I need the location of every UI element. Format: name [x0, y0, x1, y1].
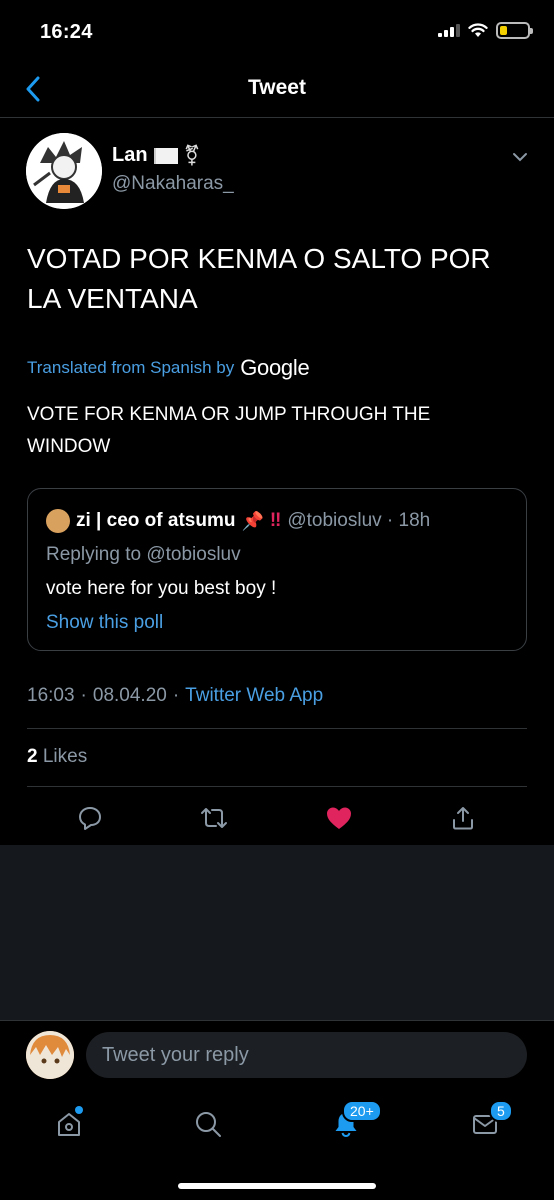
status-bar: 16:24 — [0, 0, 554, 66]
author-avatar[interactable] — [26, 133, 102, 209]
author-row: Lan ⚧ @Nakaharas_ — [26, 133, 536, 213]
tweet-text: VOTAD POR KENMA O SALTO POR LA VENTANA — [27, 243, 491, 314]
likes-count[interactable]: 2 Likes — [27, 746, 87, 768]
messages-badge: 5 — [489, 1100, 513, 1122]
cellular-signal-icon — [438, 24, 460, 37]
translation-credit[interactable]: Translated from Spanish by Google — [27, 355, 310, 381]
home-icon — [58, 1113, 80, 1136]
meta-separator: · — [172, 685, 180, 706]
google-logo: Google — [240, 355, 310, 380]
status-icons — [438, 22, 533, 39]
divider — [27, 786, 527, 787]
divider — [27, 728, 527, 729]
tweet-meta: 16:03 · 08.04.20 · Twitter Web App — [27, 685, 323, 707]
transgender-symbol-icon: ⚧ — [183, 145, 201, 167]
author-name[interactable]: Lan ⚧ — [112, 143, 200, 168]
double-exclamation-icon: ‼ — [269, 510, 282, 531]
tweet-date: 08.04.20 — [92, 685, 167, 706]
pushpin-icon: 📌 — [241, 510, 264, 531]
heart-icon — [327, 807, 351, 829]
likes-label: Likes — [42, 746, 88, 767]
quoted-author-avatar — [46, 509, 70, 533]
quoted-text: vote here for you best boy ! — [46, 578, 277, 599]
author-name-text: Lan — [112, 144, 148, 166]
tweet-source-link[interactable]: Twitter Web App — [185, 685, 323, 707]
author-handle[interactable]: @Nakaharas_ — [112, 173, 234, 195]
reply-icon — [79, 807, 101, 830]
tweet-detail: Lan ⚧ @Nakaharas_ VOTAD POR KENMA O SALT… — [0, 119, 554, 845]
tab-messages[interactable]: 5 — [465, 1100, 513, 1144]
share-button[interactable] — [446, 801, 480, 835]
battery-icon — [496, 22, 533, 39]
meta-separator: · — [80, 685, 87, 706]
tab-bar: 20+ 5 — [0, 1092, 554, 1200]
wifi-icon — [468, 23, 488, 37]
quoted-reply-to: Replying to @tobiosluv — [46, 544, 241, 565]
white-flag-icon — [153, 147, 178, 164]
status-time: 16:24 — [40, 21, 93, 43]
home-unread-dot — [75, 1106, 83, 1114]
reply-input[interactable] — [86, 1032, 527, 1078]
tab-home[interactable] — [49, 1104, 89, 1144]
translation-text: VOTE FOR KENMA OR JUMP THROUGH THE WINDO… — [27, 404, 431, 457]
quoted-handle-time: @tobiosluv · 18h — [287, 510, 431, 531]
quoted-author-name: zi | ceo of atsumu — [76, 510, 236, 531]
tweet-time: 16:03 — [27, 685, 75, 706]
search-icon — [196, 1112, 221, 1137]
retweet-icon — [201, 808, 227, 828]
nav-bar: Tweet — [0, 66, 554, 118]
tweet-menu-button[interactable] — [510, 147, 530, 167]
home-indicator[interactable] — [178, 1183, 376, 1189]
replies-area — [0, 845, 554, 1020]
retweet-button[interactable] — [197, 801, 231, 835]
tab-search[interactable] — [188, 1104, 228, 1144]
reply-bar — [0, 1020, 554, 1092]
user-avatar[interactable] — [26, 1031, 74, 1079]
chevron-down-icon — [513, 153, 527, 162]
tab-notifications[interactable]: 20+ — [326, 1100, 382, 1144]
like-button[interactable] — [322, 801, 356, 835]
tweet-actions — [0, 791, 554, 845]
translated-label: Translated from Spanish by — [27, 358, 235, 377]
reply-button[interactable] — [73, 801, 107, 835]
show-poll-link[interactable]: Show this poll — [46, 612, 163, 634]
page-title: Tweet — [248, 76, 306, 99]
quoted-tweet[interactable]: zi | ceo of atsumu 📌 ‼ @tobiosluv · 18h … — [27, 488, 527, 651]
like-count-number: 2 — [27, 746, 38, 767]
quoted-tweet-header: zi | ceo of atsumu 📌 ‼ @tobiosluv · 18h — [46, 509, 430, 533]
share-icon — [453, 807, 473, 830]
notifications-badge: 20+ — [342, 1100, 382, 1122]
